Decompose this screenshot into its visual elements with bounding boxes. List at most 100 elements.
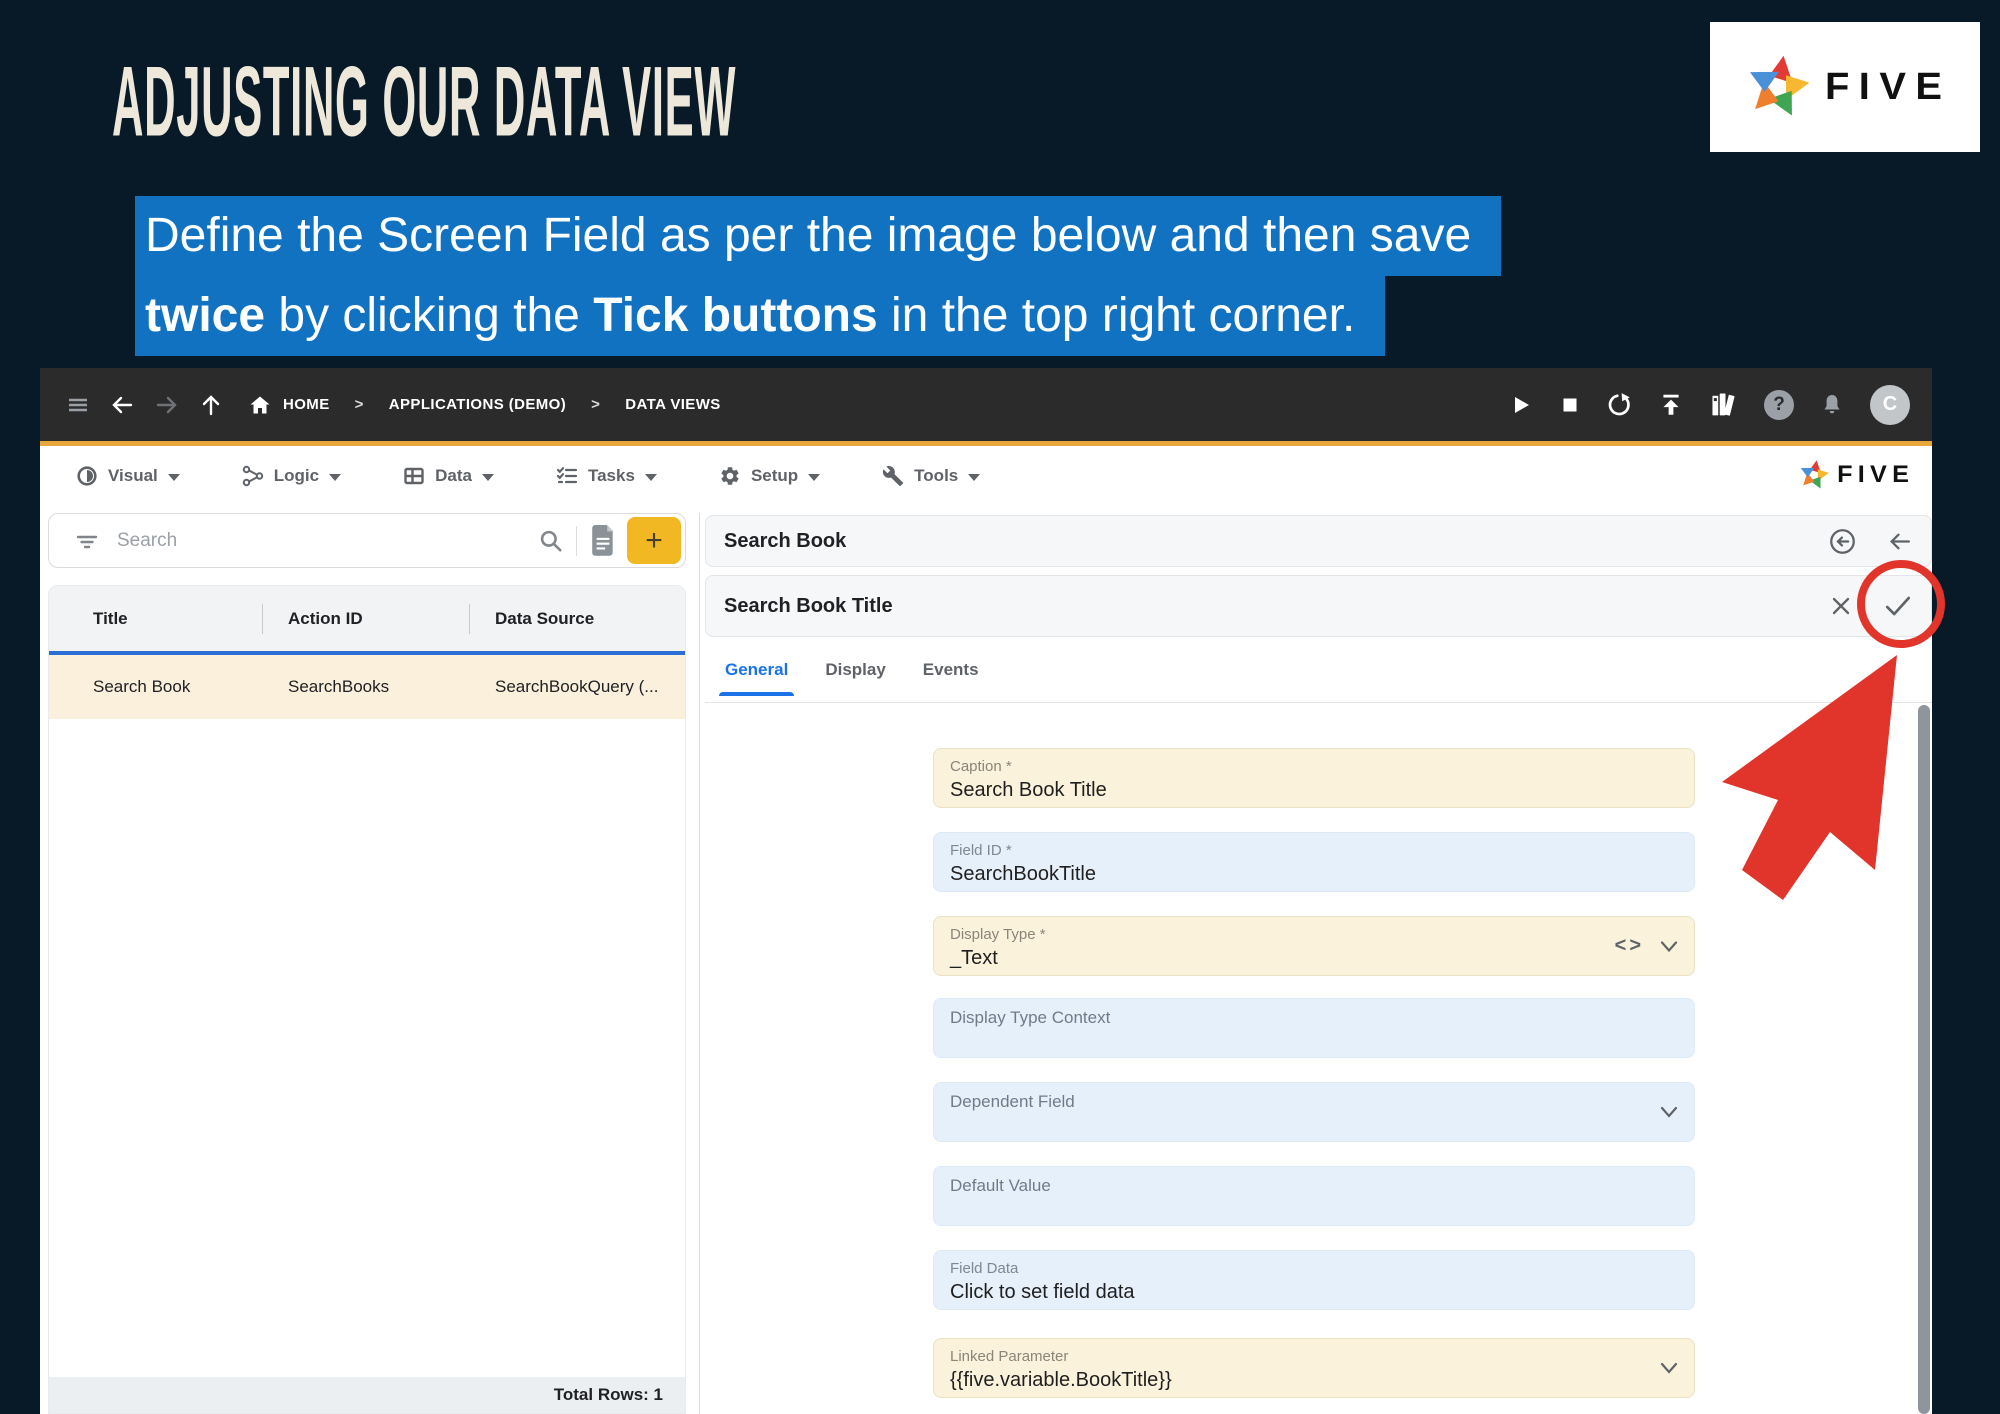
- field-label: Field ID *: [950, 842, 1678, 859]
- menu-logic[interactable]: Logic: [242, 465, 341, 487]
- code-icon[interactable]: <>: [1615, 935, 1644, 958]
- five-app-window: HOME > APPLICATIONS (DEMO) > DATA VIEWS: [40, 368, 1932, 1414]
- forward-arrow-icon[interactable]: [154, 393, 180, 417]
- tab-events[interactable]: Events: [923, 660, 979, 696]
- document-icon[interactable]: [589, 525, 617, 557]
- up-arrow-icon[interactable]: [199, 393, 223, 417]
- run-play-icon[interactable]: [1509, 393, 1533, 417]
- cell-action-id: SearchBooks: [263, 677, 470, 697]
- breadcrumb-data-views[interactable]: DATA VIEWS: [625, 396, 720, 413]
- five-logo-wordmark: FIVE: [1825, 66, 1951, 109]
- menu-label: Tasks: [588, 466, 635, 486]
- field-display-type-context[interactable]: Display Type Context: [933, 998, 1695, 1058]
- field-label: Caption *: [950, 758, 1678, 775]
- back-arrow-icon[interactable]: [109, 393, 135, 417]
- app-topbar: HOME > APPLICATIONS (DEMO) > DATA VIEWS: [40, 368, 1932, 441]
- slide-title: ADJUSTING OUR DATA VIEW: [112, 44, 736, 159]
- column-header-data-source[interactable]: Data Source: [470, 609, 685, 629]
- total-rows-label: Total Rows: 1: [554, 1385, 663, 1405]
- dropdown-caret-icon: [168, 474, 180, 481]
- field-label: Linked Parameter: [950, 1348, 1678, 1365]
- add-record-button[interactable]: +: [627, 517, 681, 564]
- five-logo-wordmark: FIVE: [1837, 461, 1914, 489]
- field-value: _Text: [950, 947, 1678, 970]
- breadcrumb-applications-demo[interactable]: APPLICATIONS (DEMO): [389, 396, 566, 413]
- field-caption[interactable]: Caption * Search Book Title: [933, 748, 1695, 808]
- menu-label: Data: [435, 466, 472, 486]
- table-header-row: Title Action ID Data Source: [49, 586, 685, 651]
- tab-general[interactable]: General: [725, 660, 788, 696]
- field-display-type[interactable]: Display Type * _Text <>: [933, 916, 1695, 976]
- field-dependent-field[interactable]: Dependent Field: [933, 1082, 1695, 1142]
- menu-data[interactable]: Data: [403, 465, 494, 487]
- menu-setup[interactable]: Setup: [719, 465, 820, 487]
- topbar-right: ? C: [1509, 385, 1910, 425]
- menu-tasks[interactable]: Tasks: [556, 465, 657, 487]
- setup-gear-icon: [719, 465, 741, 487]
- menu-label: Logic: [274, 466, 319, 486]
- panel-splitter[interactable]: [699, 513, 700, 1414]
- field-label: Field Data: [950, 1260, 1678, 1277]
- refresh-icon[interactable]: [1607, 392, 1633, 418]
- data-table-icon: [403, 465, 425, 487]
- column-header-action-id[interactable]: Action ID: [263, 609, 470, 629]
- instruction-text: Define the Screen Field as per the image…: [145, 209, 1471, 262]
- menu-label: Setup: [751, 466, 798, 486]
- stop-icon[interactable]: [1558, 393, 1582, 417]
- home-icon[interactable]: [248, 393, 272, 417]
- tab-display[interactable]: Display: [825, 660, 885, 696]
- search-divider: [576, 526, 577, 556]
- revert-circle-icon[interactable]: [1829, 528, 1856, 555]
- chevron-down-icon[interactable]: [1660, 1105, 1678, 1119]
- dropdown-caret-icon: [968, 474, 980, 481]
- cell-title: Search Book: [49, 677, 263, 697]
- breadcrumb-chevron-icon: >: [355, 396, 364, 413]
- app-menubar: Visual Logic: [40, 446, 1932, 506]
- field-icons: [1660, 1105, 1678, 1119]
- field-label: Dependent Field: [950, 1092, 1678, 1112]
- menu-label: Visual: [108, 466, 158, 486]
- help-icon[interactable]: ?: [1764, 390, 1794, 420]
- field-label: Display Type *: [950, 926, 1678, 943]
- search-icon[interactable]: [538, 528, 564, 554]
- filter-icon[interactable]: [75, 529, 99, 553]
- five-logo-small: FIVE: [1797, 458, 1912, 492]
- topbar-left: HOME > APPLICATIONS (DEMO) > DATA VIEWS: [66, 393, 1509, 417]
- field-label: Default Value: [950, 1176, 1678, 1196]
- field-value: Search Book Title: [950, 779, 1678, 802]
- search-input[interactable]: [115, 529, 538, 553]
- cell-data-source: SearchBookQuery (...: [470, 677, 685, 697]
- data-views-table: Title Action ID Data Source Search Book …: [48, 585, 686, 1414]
- detail-header: Search Book: [705, 515, 1932, 567]
- sidebar-search-bar: +: [48, 513, 686, 568]
- field-editor-title: Search Book Title: [724, 595, 1829, 618]
- menu-visual[interactable]: Visual: [76, 465, 180, 487]
- avatar[interactable]: C: [1870, 385, 1910, 425]
- table-footer: Total Rows: 1: [49, 1377, 685, 1413]
- cancel-x-icon[interactable]: [1829, 594, 1853, 618]
- field-icons: <>: [1615, 935, 1678, 958]
- column-header-title[interactable]: Title: [49, 609, 263, 629]
- notifications-bell-icon[interactable]: [1819, 392, 1845, 418]
- table-row-selected[interactable]: Search Book SearchBooks SearchBookQuery …: [49, 651, 685, 719]
- breadcrumb-home[interactable]: HOME: [283, 396, 330, 413]
- tools-wrench-icon: [882, 465, 904, 487]
- breadcrumb-chevron-icon: >: [591, 396, 600, 413]
- hamburger-menu-icon[interactable]: [66, 393, 90, 417]
- library-books-icon[interactable]: [1709, 391, 1739, 419]
- menu-tools[interactable]: Tools: [882, 465, 980, 487]
- slide-canvas: ADJUSTING OUR DATA VIEW FIVE Define the …: [0, 0, 2000, 1414]
- chevron-down-icon[interactable]: [1660, 1361, 1678, 1375]
- visual-icon: [76, 465, 98, 487]
- instruction-banner: Define the Screen Field as per the image…: [135, 196, 1501, 356]
- field-value: {{five.variable.BookTitle}}: [950, 1369, 1678, 1392]
- chevron-down-icon[interactable]: [1660, 939, 1678, 953]
- field-field-data[interactable]: Field Data Click to set field data: [933, 1250, 1695, 1310]
- back-arrow-icon[interactable]: [1886, 529, 1913, 554]
- deploy-upload-icon[interactable]: [1658, 392, 1684, 418]
- instruction-bold-twice: twice: [145, 289, 265, 342]
- instruction-line-2: twice by clicking the Tick buttons in th…: [135, 276, 1385, 356]
- field-linked-parameter[interactable]: Linked Parameter {{five.variable.BookTit…: [933, 1338, 1695, 1398]
- field-default-value[interactable]: Default Value: [933, 1166, 1695, 1226]
- field-field-id[interactable]: Field ID * SearchBookTitle: [933, 832, 1695, 892]
